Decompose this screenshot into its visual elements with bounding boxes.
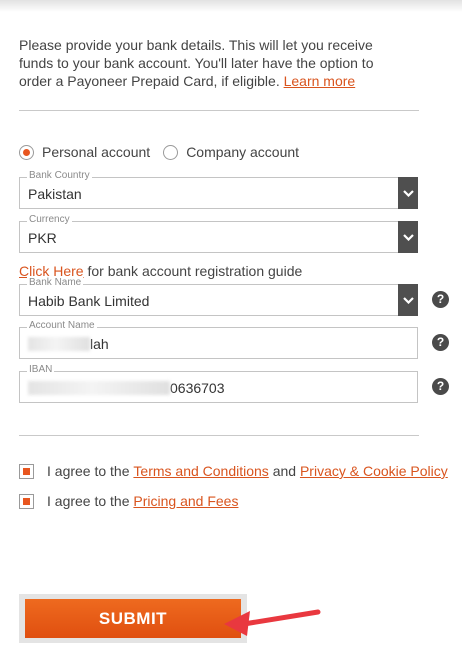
learn-more-link[interactable]: Learn more (284, 73, 356, 89)
company-account-label[interactable]: Company account (186, 144, 299, 160)
redacted-blur (28, 337, 90, 351)
currency-select[interactable]: Currency PKR (19, 214, 418, 253)
bank-name-value: Habib Bank Limited (28, 293, 150, 309)
account-type-group: Personal account Company account (19, 143, 312, 161)
iban-help-icon[interactable]: ? (432, 378, 449, 395)
company-account-radio[interactable] (163, 144, 179, 160)
submit-button[interactable]: SUBMIT (25, 599, 241, 638)
privacy-link[interactable]: Privacy & Cookie Policy (300, 463, 448, 479)
bank-name-help-icon[interactable]: ? (432, 291, 449, 308)
currency-value: PKR (28, 230, 57, 246)
personal-account-label[interactable]: Personal account (42, 144, 150, 160)
bank-name-select[interactable]: Bank Name Habib Bank Limited (19, 277, 418, 316)
personal-account-radio[interactable] (19, 144, 34, 160)
pricing-link[interactable]: Pricing and Fees (133, 493, 238, 509)
redacted-blur (28, 381, 170, 395)
top-shadow (0, 0, 462, 12)
pointer-arrow-icon (224, 609, 321, 636)
chevron-down-icon[interactable] (398, 177, 418, 209)
iban-value: 0636703 (28, 380, 225, 396)
currency-label: Currency (27, 214, 72, 226)
chevron-down-icon[interactable] (398, 284, 418, 316)
account-name-field[interactable]: Account Name lah (19, 320, 418, 359)
terms-prefix: I agree to the (47, 463, 130, 479)
iban-field[interactable]: IBAN 0636703 (19, 364, 418, 403)
bank-country-value: Pakistan (28, 186, 82, 202)
terms-and: and (272, 463, 297, 479)
iban-visible: 0636703 (170, 380, 225, 396)
divider-bottom (19, 435, 419, 436)
divider-top (19, 110, 419, 111)
terms-link[interactable]: Terms and Conditions (133, 463, 268, 479)
terms-checkbox[interactable] (19, 463, 34, 479)
bank-name-label: Bank Name (27, 277, 84, 289)
pricing-checkbox[interactable] (19, 493, 34, 509)
account-name-value: lah (28, 336, 109, 352)
intro-text: Please provide your bank details. This w… (19, 36, 409, 90)
pricing-agreement: I agree to the Pricing and Fees (19, 492, 238, 510)
chevron-down-icon[interactable] (398, 221, 418, 253)
pricing-prefix: I agree to the (47, 493, 130, 509)
submit-container: SUBMIT (19, 594, 247, 643)
account-name-label: Account Name (27, 320, 97, 332)
terms-agreement: I agree to the Terms and Conditions and … (19, 462, 448, 480)
account-name-help-icon[interactable]: ? (432, 334, 449, 351)
bank-country-label: Bank Country (27, 170, 92, 182)
guide-text: for bank account registration guide (87, 263, 303, 279)
iban-label: IBAN (27, 364, 55, 376)
account-name-visible: lah (90, 336, 109, 352)
bank-country-select[interactable]: Bank Country Pakistan (19, 170, 418, 209)
